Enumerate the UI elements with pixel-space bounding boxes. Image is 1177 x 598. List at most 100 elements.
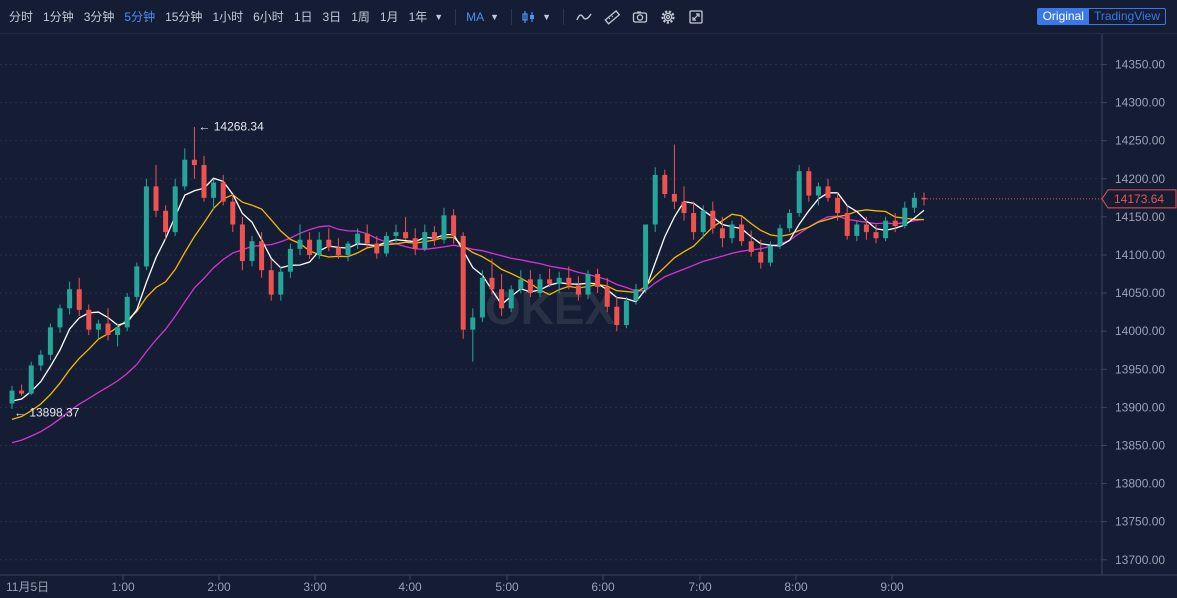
- ruler-icon[interactable]: [598, 0, 626, 34]
- candle: [739, 216, 745, 246]
- timeframe-button[interactable]: 1周: [346, 0, 375, 34]
- price-tick-label: 14200.00: [1115, 172, 1165, 186]
- timeframe-button[interactable]: 1小时: [207, 0, 248, 34]
- candle-body: [316, 239, 322, 255]
- candle-body: [278, 271, 284, 295]
- timeframe-button[interactable]: 15分钟: [160, 0, 207, 34]
- candle: [643, 224, 649, 294]
- indicator-button[interactable]: MA: [462, 10, 488, 24]
- price-tick-label: 14300.00: [1115, 96, 1165, 110]
- chevron-down-icon[interactable]: ▼: [432, 12, 449, 22]
- price-tick-label: 14050.00: [1115, 286, 1165, 300]
- candle-body: [259, 241, 265, 271]
- timeframe-button[interactable]: 分时: [4, 0, 38, 34]
- candle-body: [412, 238, 418, 249]
- candle: [153, 165, 159, 217]
- candle-body: [201, 165, 207, 198]
- chevron-down-icon[interactable]: ▼: [488, 12, 505, 22]
- view-original-button[interactable]: Original: [1037, 9, 1089, 24]
- candle: [681, 186, 687, 221]
- candle: [844, 205, 850, 240]
- candlestick-icon[interactable]: [518, 0, 540, 34]
- camera-icon[interactable]: [626, 0, 654, 34]
- candle-body: [191, 159, 197, 166]
- time-tick-label: 8:00: [784, 580, 808, 594]
- candle-body: [345, 243, 351, 255]
- chevron-down-icon[interactable]: ▼: [540, 12, 557, 22]
- candle: [662, 169, 668, 198]
- candle-body: [499, 289, 505, 309]
- candle: [28, 361, 34, 396]
- candle: [431, 226, 437, 246]
- fullscreen-icon[interactable]: [682, 0, 710, 34]
- candle: [38, 350, 44, 371]
- candle: [105, 308, 111, 341]
- candle-body: [393, 232, 399, 236]
- gear-icon[interactable]: [654, 0, 682, 34]
- line-style-icon[interactable]: [570, 0, 598, 34]
- candle: [825, 178, 831, 202]
- candle: [863, 216, 869, 240]
- candle: [326, 228, 332, 252]
- candle-body: [518, 279, 524, 290]
- candle: [911, 192, 917, 214]
- price-tick-label: 13800.00: [1115, 477, 1165, 491]
- candle-body: [662, 174, 668, 195]
- candle-body: [105, 323, 111, 335]
- candle: [527, 270, 533, 297]
- chart-toolbar: 分时 1分钟 3分钟 5分钟 15分钟 1小时 6小时 1日 3日 1周 1月 …: [0, 0, 1177, 34]
- candle-body: [537, 279, 543, 294]
- view-switch: Original TradingView: [1036, 8, 1166, 25]
- candle: [883, 216, 889, 242]
- candle-body: [47, 327, 53, 355]
- candle: [220, 174, 226, 206]
- candle: [230, 194, 236, 233]
- candle: [623, 296, 629, 329]
- candle-body: [172, 186, 178, 233]
- toolbar-divider: [511, 8, 513, 25]
- time-tick-label: 1:00: [111, 580, 135, 594]
- candle-body: [815, 186, 821, 196]
- price-tick-label: 13700.00: [1115, 553, 1165, 567]
- toolbar-divider: [563, 8, 565, 25]
- timeframe-button[interactable]: 1日: [289, 0, 318, 34]
- candle: [201, 155, 207, 202]
- candle: [508, 285, 514, 313]
- time-tick-label: 2:00: [207, 580, 231, 594]
- candle: [335, 238, 341, 259]
- price-tick-label: 14000.00: [1115, 324, 1165, 338]
- candle-body: [787, 213, 793, 229]
- last-price-label: 14173.64: [1114, 192, 1164, 206]
- candle-body: [863, 224, 869, 233]
- toolbar-divider: [455, 8, 457, 25]
- candle-body: [441, 215, 447, 240]
- timeframe-button[interactable]: 3分钟: [79, 0, 120, 34]
- candle: [57, 304, 63, 333]
- candle-body: [777, 228, 783, 246]
- timeframe-button[interactable]: 1分钟: [38, 0, 79, 34]
- timeframe-button[interactable]: 6小时: [248, 0, 289, 34]
- candle: [268, 258, 274, 301]
- price-chart[interactable]: OKEX 14350.00 14300.00 14250.00 14200.00 141…: [0, 34, 1177, 598]
- candle-body: [623, 300, 629, 326]
- candle-body: [364, 233, 370, 244]
- time-tick-label: 9:00: [880, 580, 904, 594]
- candle: [297, 224, 303, 255]
- price-tick-label: 13900.00: [1115, 400, 1165, 414]
- candle: [239, 216, 245, 271]
- candle: [172, 178, 178, 236]
- timeframe-button[interactable]: 1年: [404, 0, 433, 34]
- view-tradingview-button[interactable]: TradingView: [1089, 9, 1165, 24]
- candle-body: [652, 174, 658, 225]
- candle: [67, 281, 73, 315]
- timeframe-button[interactable]: 3日: [318, 0, 347, 34]
- candle-body: [796, 171, 802, 214]
- candle: [47, 323, 53, 361]
- candle: [76, 277, 82, 316]
- candle-body: [115, 327, 121, 335]
- candle-body: [95, 323, 101, 330]
- timeframe-button-active[interactable]: 5分钟: [119, 0, 160, 34]
- candle-body: [671, 194, 677, 202]
- candle-body: [719, 228, 725, 239]
- timeframe-button[interactable]: 1月: [375, 0, 404, 34]
